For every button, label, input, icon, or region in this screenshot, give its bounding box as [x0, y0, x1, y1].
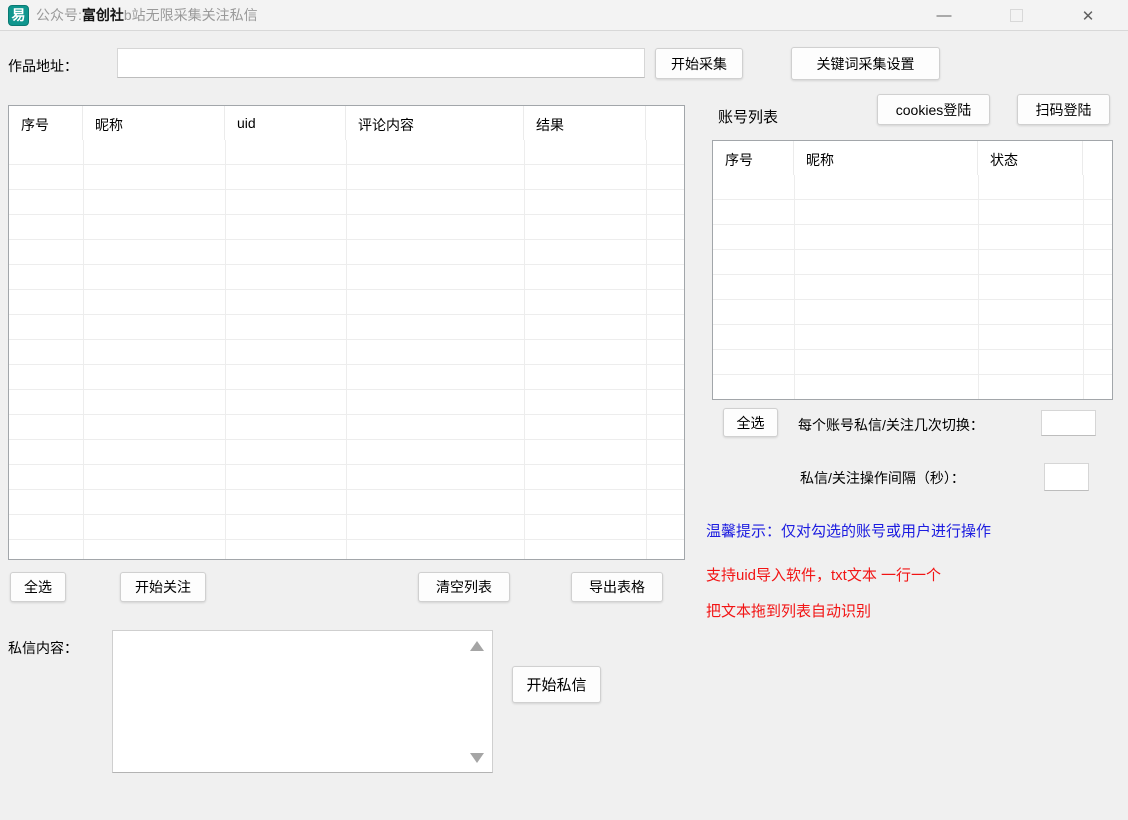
window-title-suffix: b站无限采集关注私信 — [124, 7, 258, 23]
comment-table[interactable]: 序号 昵称 uid 评论内容 结果 — [8, 105, 685, 560]
maximize-button[interactable] — [980, 0, 1052, 31]
clear-list-button[interactable]: 清空列表 — [418, 572, 510, 602]
work-url-label: 作品地址： — [8, 56, 78, 76]
maximize-icon — [1010, 9, 1023, 22]
scroll-up-icon[interactable] — [470, 641, 484, 651]
message-content-textarea[interactable] — [112, 630, 493, 773]
comment-select-all-button[interactable]: 全选 — [10, 572, 66, 602]
window-controls: — ✕ — [908, 0, 1124, 31]
work-url-input[interactable] — [117, 48, 645, 78]
window-title-prefix: 公众号: — [36, 7, 82, 23]
minimize-button[interactable]: — — [908, 0, 980, 31]
account-col-spacer — [1083, 141, 1112, 175]
account-col-seq: 序号 — [713, 141, 794, 175]
account-grid-line — [794, 175, 795, 399]
app-icon: 易 — [8, 5, 29, 26]
account-select-all-button[interactable]: 全选 — [723, 408, 778, 437]
minimize-icon: — — [937, 7, 952, 24]
drag-text-tip-text: 把文本拖到列表自动识别 — [706, 600, 871, 621]
account-grid-line — [1083, 175, 1084, 399]
account-list-title: 账号列表 — [718, 106, 778, 127]
cookies-login-button[interactable]: cookies登陆 — [877, 94, 990, 125]
comment-col-uid: uid — [225, 106, 346, 140]
account-col-nickname: 昵称 — [794, 141, 978, 175]
account-col-status: 状态 — [978, 141, 1083, 175]
account-table-header: 序号 昵称 状态 — [713, 141, 1112, 175]
account-grid-line — [978, 175, 979, 399]
comment-col-content: 评论内容 — [346, 106, 524, 140]
close-button[interactable]: ✕ — [1052, 0, 1124, 31]
start-message-button[interactable]: 开始私信 — [512, 666, 601, 703]
comment-grid-line — [346, 140, 347, 559]
comment-table-header: 序号 昵称 uid 评论内容 结果 — [9, 106, 684, 140]
comment-col-nickname: 昵称 — [83, 106, 225, 140]
window-title-brand: 富创社 — [82, 7, 124, 23]
scan-qr-login-button[interactable]: 扫码登陆 — [1017, 94, 1110, 125]
uid-import-tip-text: 支持uid导入软件，txt文本 一行一个 — [706, 564, 941, 585]
operation-interval-input[interactable] — [1044, 463, 1089, 491]
operation-interval-label: 私信/关注操作间隔（秒）： — [800, 468, 965, 488]
comment-grid-line — [524, 140, 525, 559]
comment-col-seq: 序号 — [9, 106, 83, 140]
switch-count-input[interactable] — [1041, 410, 1096, 436]
comment-grid-line — [225, 140, 226, 559]
account-table[interactable]: 序号 昵称 状态 — [712, 140, 1113, 400]
close-icon: ✕ — [1082, 7, 1095, 25]
notice-tip-text: 温馨提示：仅对勾选的账号或用户进行操作 — [706, 520, 991, 541]
keyword-collect-settings-button[interactable]: 关键词采集设置 — [791, 47, 940, 80]
comment-table-body[interactable] — [9, 140, 684, 559]
scroll-down-icon[interactable] — [470, 753, 484, 763]
comment-grid-line — [646, 140, 647, 559]
start-follow-button[interactable]: 开始关注 — [120, 572, 206, 602]
title-bar[interactable]: 易 公众号:富创社b站无限采集关注私信 — ✕ — [0, 0, 1128, 31]
comment-grid-line — [83, 140, 84, 559]
start-collect-button[interactable]: 开始采集 — [655, 48, 743, 79]
switch-count-label: 每个账号私信/关注几次切换： — [798, 415, 984, 435]
message-content-label: 私信内容： — [8, 638, 78, 658]
export-table-button[interactable]: 导出表格 — [571, 572, 663, 602]
account-table-body[interactable] — [713, 175, 1112, 399]
window-title: 公众号:富创社b站无限采集关注私信 — [36, 5, 258, 25]
comment-col-result: 结果 — [524, 106, 646, 140]
comment-col-spacer — [646, 106, 684, 140]
